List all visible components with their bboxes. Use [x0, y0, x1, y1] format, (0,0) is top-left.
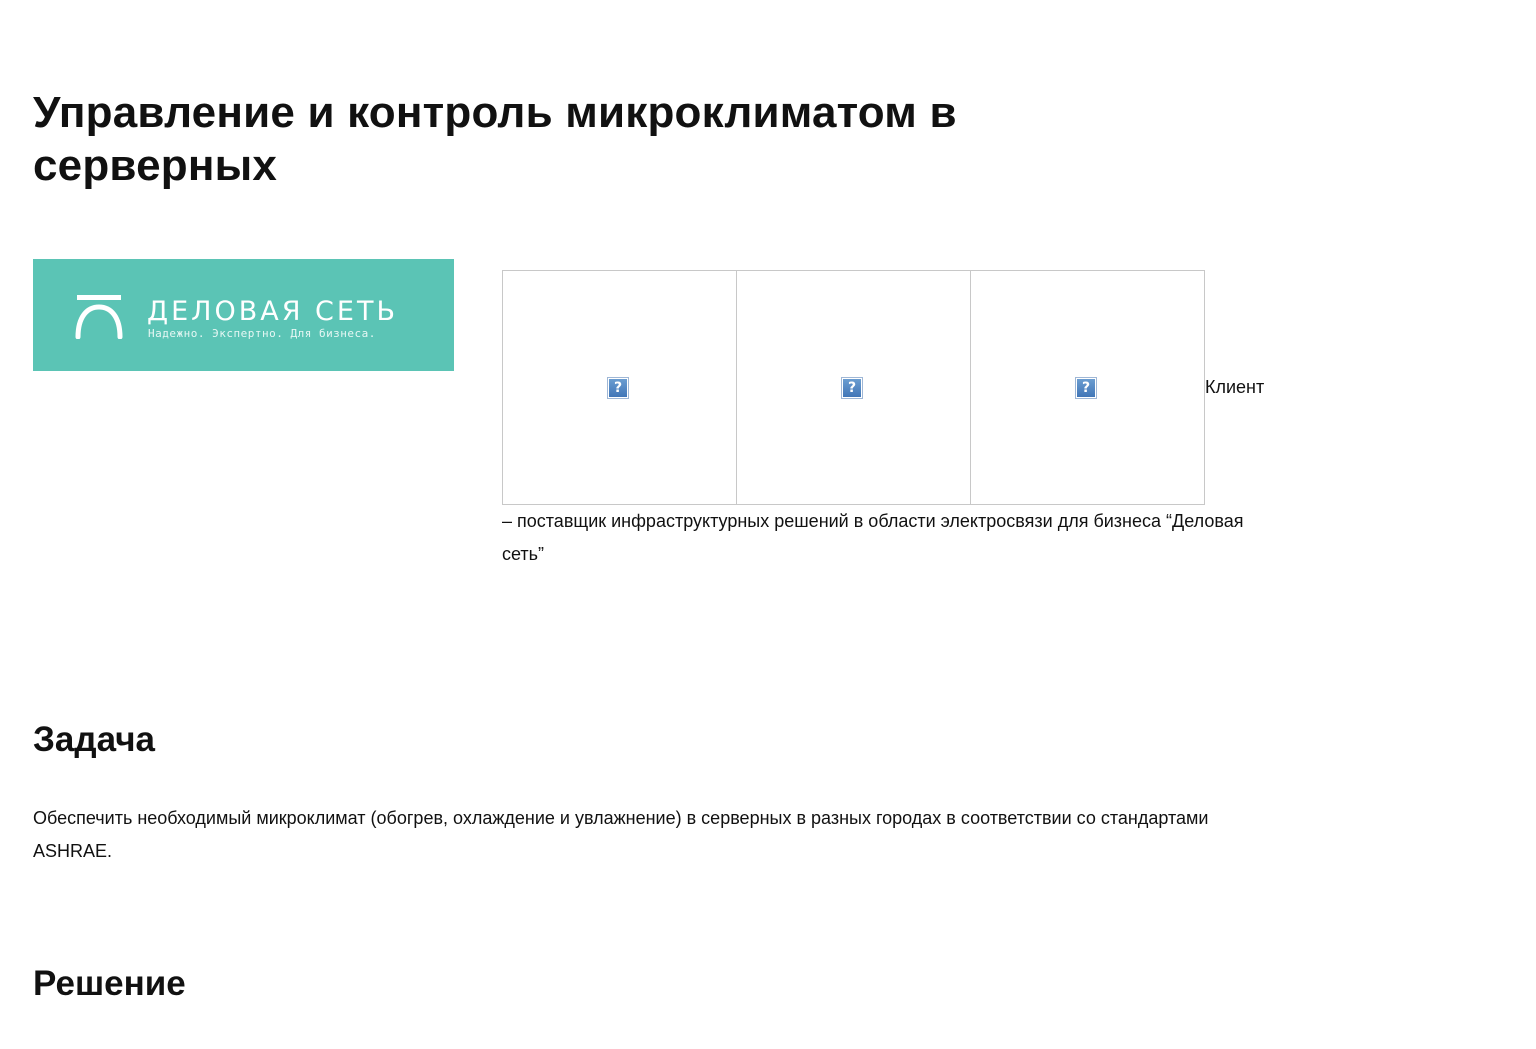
- client-description: – поставщик инфраструктурных решений в о…: [502, 511, 1244, 564]
- arc-gate-logo-icon: [75, 295, 123, 339]
- client-label: Клиент: [1205, 377, 1265, 397]
- broken-image-icon: ?: [1075, 377, 1097, 399]
- broken-image-icon: ?: [841, 377, 863, 399]
- gallery-image-3[interactable]: ?: [970, 270, 1205, 505]
- gallery-image-1[interactable]: ?: [502, 270, 737, 505]
- broken-image-icon: ?: [607, 377, 629, 399]
- company-logo: ДЕЛОВАЯ СЕТЬ Надежно. Экспертно. Для биз…: [33, 259, 454, 371]
- gallery-image-2[interactable]: ?: [736, 270, 971, 505]
- logo-name: ДЕЛОВАЯ СЕТЬ: [147, 296, 398, 327]
- task-heading: Задача: [33, 720, 155, 759]
- page-title: Управление и контроль микроклиматом в се…: [33, 88, 957, 190]
- solution-heading: Решение: [33, 964, 186, 1003]
- client-image-gallery: ? ? ?: [502, 270, 1205, 505]
- task-description: Обеспечить необходимый микроклимат (обог…: [33, 808, 1209, 861]
- logo-tagline: Надежно. Экспертно. Для бизнеса.: [148, 327, 376, 340]
